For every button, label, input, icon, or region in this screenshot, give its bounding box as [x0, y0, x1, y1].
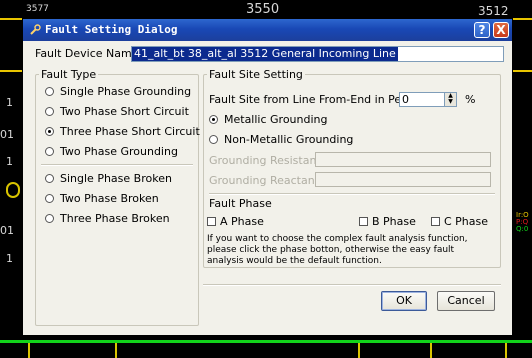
- radio-two-phase-broken[interactable]: Two Phase Broken: [45, 192, 159, 205]
- ok-button[interactable]: OK: [381, 291, 427, 311]
- checkbox-label: C Phase: [444, 215, 489, 228]
- wrench-icon: [30, 24, 41, 35]
- radio-two-phase-short-circuit[interactable]: Two Phase Short Circuit: [45, 105, 189, 118]
- fault-type-legend: Fault Type: [39, 68, 99, 81]
- right-bus-line: [513, 70, 532, 72]
- fault-phase-divider: [209, 193, 495, 195]
- bottom-bus-line: [0, 340, 532, 343]
- grounding-resistance-label: Grounding Resistance: [209, 154, 330, 167]
- radio-indicator: [45, 107, 54, 116]
- bg-label-left-1c: 1: [6, 252, 13, 265]
- feeder-stub-4: [430, 343, 432, 358]
- close-button[interactable]: X: [493, 22, 509, 38]
- percent-label: Fault Site from Line From-End in Percent: [209, 93, 430, 106]
- radio-label: Three Phase Short Circuit: [60, 125, 200, 138]
- left-bus-line: [0, 70, 22, 72]
- checkbox-indicator: [207, 217, 216, 226]
- radio-indicator: [45, 87, 54, 96]
- radio-non-metallic-grounding[interactable]: Non-Metallic Grounding: [209, 133, 353, 146]
- feeder-stub-1: [28, 343, 30, 358]
- radio-indicator: [45, 194, 54, 203]
- grounding-reactance-field[interactable]: [315, 172, 491, 187]
- checkbox-b-phase[interactable]: B Phase: [359, 215, 416, 228]
- radio-indicator-selected: [45, 127, 54, 136]
- bg-label-3550: 3550: [246, 2, 280, 17]
- bottom-divider: [203, 284, 501, 286]
- left-coil-symbol: [6, 182, 20, 198]
- radio-label: Single Phase Grounding: [60, 85, 192, 98]
- fault-phase-title: Fault Phase: [209, 197, 272, 210]
- percent-spinner[interactable]: ▲ ▼: [444, 92, 457, 107]
- checkbox-label: B Phase: [372, 215, 416, 228]
- radio-metallic-grounding[interactable]: Metallic Grounding: [209, 113, 328, 126]
- dialog-title: Fault Setting Dialog: [45, 23, 178, 36]
- radio-label: Two Phase Grounding: [60, 145, 178, 158]
- radio-label: Two Phase Short Circuit: [60, 105, 189, 118]
- radio-label: Non-Metallic Grounding: [224, 133, 354, 146]
- help-button[interactable]: ?: [474, 22, 490, 38]
- fault-type-divider: [41, 164, 193, 166]
- radio-indicator: [209, 135, 218, 144]
- radio-indicator: [45, 147, 54, 156]
- feeder-stub-3: [358, 343, 360, 358]
- fault-phase-note: If you want to choose the complex fault …: [207, 234, 468, 266]
- bg-label-left-01: 01: [0, 128, 14, 141]
- radio-three-phase-broken[interactable]: Three Phase Broken: [45, 212, 170, 225]
- radio-label: Metallic Grounding: [224, 113, 328, 126]
- radio-single-phase-grounding[interactable]: Single Phase Grounding: [45, 85, 191, 98]
- radio-label: Three Phase Broken: [60, 212, 170, 225]
- radio-indicator-selected: [209, 115, 218, 124]
- cancel-button[interactable]: Cancel: [437, 291, 495, 311]
- bg-label-left-1: 1: [6, 96, 13, 109]
- radio-label: Two Phase Broken: [60, 192, 159, 205]
- bg-label-3512: 3512: [478, 4, 509, 18]
- percent-unit: %: [465, 93, 476, 106]
- feeder-stub-2: [115, 343, 117, 358]
- device-name-value: 41_alt_bt 38_alt_al 3512 General Incomin…: [132, 47, 398, 61]
- radio-single-phase-broken[interactable]: Single Phase Broken: [45, 172, 172, 185]
- bg-label-3577: 3577: [26, 4, 49, 14]
- dialog-titlebar[interactable]: Fault Setting Dialog ? X: [23, 19, 512, 41]
- radio-two-phase-grounding[interactable]: Two Phase Grounding: [45, 145, 178, 158]
- grounding-resistance-field[interactable]: [315, 152, 491, 167]
- bg-label-left-01b: 01: [0, 224, 14, 237]
- radio-three-phase-short-circuit[interactable]: Three Phase Short Circuit: [45, 125, 200, 138]
- fault-setting-dialog: Fault Setting Dialog ? X Fault Device Na…: [22, 18, 513, 336]
- checkbox-indicator: [431, 217, 440, 226]
- radio-indicator: [45, 214, 54, 223]
- feeder-stub-5: [505, 343, 507, 358]
- device-name-field[interactable]: 41_alt_bt 38_alt_al 3512 General Incomin…: [131, 46, 504, 62]
- grounding-reactance-label: Grounding Reactance: [209, 174, 328, 187]
- fault-site-legend: Fault Site Setting: [207, 68, 305, 81]
- percent-input[interactable]: 0: [399, 92, 445, 107]
- bg-label-left-1b: 1: [6, 155, 13, 168]
- device-name-label: Fault Device Name:: [35, 47, 143, 60]
- checkbox-label: A Phase: [220, 215, 264, 228]
- checkbox-c-phase[interactable]: C Phase: [431, 215, 488, 228]
- radio-indicator: [45, 174, 54, 183]
- checkbox-a-phase[interactable]: A Phase: [207, 215, 264, 228]
- radio-label: Single Phase Broken: [60, 172, 172, 185]
- bg-right-label-q: Q:0: [516, 225, 529, 233]
- checkbox-indicator: [359, 217, 368, 226]
